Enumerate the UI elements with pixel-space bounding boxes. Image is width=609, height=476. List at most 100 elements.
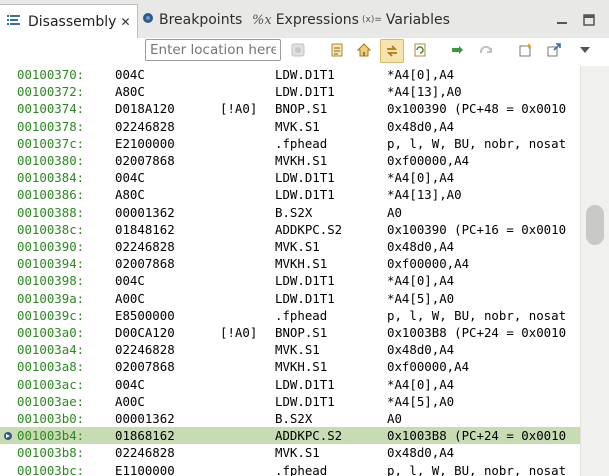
- instruction-opcode: A80C: [115, 187, 145, 203]
- instruction-opcode: 004C: [115, 170, 145, 186]
- instruction-opcode: A80C: [115, 84, 145, 100]
- minimize-icon[interactable]: [555, 9, 569, 31]
- instruction-operands: *A4[13],A0: [387, 187, 462, 203]
- instruction-row[interactable]: 001003a4: 02246828 MVK.S1 0x48d0,A4: [0, 341, 580, 358]
- instruction-address: 00100390:: [17, 239, 85, 254]
- new-view-icon[interactable]: [516, 40, 536, 60]
- instruction-row[interactable]: 001003b8: 02246828 MVK.S1 0x48d0,A4: [0, 444, 580, 461]
- instruction-opcode: 01868162: [115, 428, 175, 444]
- instruction-row[interactable]: 00100390: 02246828 MVK.S1 0x48d0,A4: [0, 238, 580, 255]
- instruction-mnemonic: LDW.D1T1: [275, 393, 335, 409]
- instruction-mnemonic: LDW.D1T1: [275, 170, 335, 186]
- instruction-opcode: E8500000: [115, 307, 175, 323]
- tab-expressions[interactable]: %x Expressions: [250, 9, 359, 31]
- disassembly-icon: [6, 13, 22, 31]
- instruction-row[interactable]: 00100384: 004C LDW.D1T1 *A4[0],A4: [0, 169, 580, 186]
- instruction-row[interactable]: 001003a8: 02007868 MVKH.S1 0xf00000,A4: [0, 358, 580, 375]
- instruction-mnemonic: LDW.D1T1: [275, 273, 335, 289]
- instruction-operands: A0: [387, 204, 402, 220]
- home-icon[interactable]: [354, 40, 374, 60]
- tab-variables[interactable]: (x)= Variables: [360, 9, 450, 31]
- instruction-row[interactable]: 00100394: 02007868 MVKH.S1 0xf00000,A4: [0, 255, 580, 272]
- close-icon[interactable]: ✕: [120, 15, 130, 29]
- instruction-opcode: A00C: [115, 290, 145, 306]
- tab-disassembly[interactable]: Disassembly ✕: [0, 4, 138, 38]
- instruction-row[interactable]: 001003a0: D00CA120 [!A0] BNOP.S1 0x1003B8 (P…: [0, 324, 580, 341]
- vertical-scrollbar[interactable]: [580, 66, 609, 476]
- tab-breakpoints-label: Breakpoints: [159, 12, 243, 28]
- pin-view-icon[interactable]: [544, 40, 564, 60]
- instruction-mnemonic: MVKH.S1: [275, 256, 328, 272]
- instruction-mnemonic: LDW.D1T1: [275, 67, 335, 82]
- instruction-row[interactable]: 00100398: 004C LDW.D1T1 *A4[0],A4: [0, 272, 580, 289]
- instruction-row[interactable]: 00100370: 004C LDW.D1T1 *A4[0],A4: [0, 66, 580, 83]
- instruction-row[interactable]: 0010039a: A00C LDW.D1T1 *A4[5],A0: [0, 290, 580, 307]
- instruction-row[interactable]: 00100374: D018A120 [!A0] BNOP.S1 0x100390 (P…: [0, 100, 580, 117]
- instruction-opcode: E1100000: [115, 462, 175, 476]
- instruction-row[interactable]: 0010038c: 01848162 ADDKPC.S2 0x100390 (PC+1…: [0, 221, 580, 238]
- instruction-row[interactable]: 001003ac: 004C LDW.D1T1 *A4[0],A4: [0, 376, 580, 393]
- instruction-address: 001003a4:: [17, 342, 85, 358]
- instruction-mnemonic: B.S2X: [275, 204, 313, 220]
- instruction-mnemonic: MVK.S1: [275, 239, 320, 254]
- instruction-row[interactable]: 00100386: A80C LDW.D1T1 *A4[13],A0: [0, 186, 580, 203]
- instruction-address: 00100386:: [17, 187, 85, 203]
- view-tabbar: Disassembly ✕ Breakpoints %x Expressions…: [0, 0, 609, 39]
- instruction-mnemonic: BNOP.S1: [275, 101, 328, 117]
- refresh-view-icon[interactable]: [410, 40, 430, 60]
- current-instruction-row[interactable]: 001003b4: 01868162 ADDKPC.S2 0x1003B8 (PC+2…: [0, 427, 580, 445]
- location-input[interactable]: [145, 39, 281, 61]
- instruction-address: 00100394:: [17, 256, 85, 272]
- instruction-row[interactable]: 00100388: 00001362 B.S2X A0: [0, 204, 580, 221]
- instruction-operands: *A4[0],A4: [387, 170, 455, 186]
- instruction-operands: 0x1003B8 (PC+24 = 0x0010: [387, 428, 567, 444]
- variables-icon: (x)=: [362, 15, 382, 25]
- go-to-location-icon[interactable]: [288, 40, 308, 60]
- instruction-operands: *A4[0],A4: [387, 273, 455, 289]
- instruction-address: 0010038c:: [17, 221, 85, 237]
- instruction-row[interactable]: 001003ae: A00C LDW.D1T1 *A4[5],A0: [0, 393, 580, 410]
- instruction-address: 0010037c:: [17, 135, 85, 151]
- instruction-row[interactable]: 001003b0: 00001362 B.S2X A0: [0, 410, 580, 427]
- instruction-mnemonic: LDW.D1T1: [275, 187, 335, 203]
- disassembly-listing[interactable]: 00100370: 004C LDW.D1T1 *A4[0],A4 00100372: A…: [0, 66, 580, 476]
- instruction-operands: A0: [387, 411, 402, 426]
- instruction-mnemonic: .fphead: [275, 307, 328, 323]
- instruction-operands: 0x48d0,A4: [387, 445, 455, 461]
- instruction-mnemonic: ADDKPC.S2: [275, 428, 343, 444]
- instruction-operands: 0x48d0,A4: [387, 239, 455, 254]
- instruction-opcode: 02007868: [115, 359, 175, 375]
- instruction-mnemonic: MVK.S1: [275, 342, 320, 358]
- instruction-address: 001003a0:: [17, 325, 85, 340]
- instruction-opcode: 00001362: [115, 204, 175, 220]
- view-menu-icon[interactable]: [575, 40, 595, 60]
- instruction-mnemonic: .fphead: [275, 135, 328, 151]
- instruction-mnemonic: ADDKPC.S2: [275, 221, 343, 237]
- step-over-icon[interactable]: [476, 40, 496, 60]
- tab-variables-label: Variables: [385, 12, 450, 28]
- instruction-address: 00100380:: [17, 153, 85, 168]
- instruction-row[interactable]: 00100380: 02007868 MVKH.S1 0xf00000,A4: [0, 152, 580, 169]
- instruction-mnemonic: MVK.S1: [275, 445, 320, 461]
- instruction-opcode: 004C: [115, 376, 145, 392]
- step-into-icon[interactable]: [448, 40, 468, 60]
- show-source-icon[interactable]: [327, 40, 347, 60]
- scrollbar-thumb[interactable]: [586, 205, 604, 245]
- instruction-opcode: 00001362: [115, 411, 175, 426]
- instruction-address: 00100398:: [17, 273, 85, 289]
- instruction-operands: *A4[5],A0: [387, 393, 455, 409]
- instruction-operands: 0x48d0,A4: [387, 118, 455, 134]
- instruction-row[interactable]: 00100372: A80C LDW.D1T1 *A4[13],A0: [0, 83, 580, 100]
- instruction-row[interactable]: 00100378: 02246828 MVK.S1 0x48d0,A4: [0, 118, 580, 135]
- maximize-icon[interactable]: [582, 9, 596, 31]
- instruction-row[interactable]: 0010039c: E8500000 .fphead p, l, W, BU, nob…: [0, 307, 580, 324]
- instruction-row[interactable]: 001003bc: E1100000 .fphead p, l, W, BU, nob…: [0, 462, 580, 476]
- instruction-row[interactable]: 0010037c: E2100000 .fphead p, l, W, BU, nob…: [0, 135, 580, 152]
- instruction-operands: p, l, W, BU, nobr, nosat: [387, 135, 567, 151]
- instruction-predicate: [!A0]: [220, 325, 258, 340]
- instruction-address: 00100372:: [17, 84, 85, 100]
- tab-breakpoints[interactable]: Breakpoints: [139, 9, 242, 31]
- link-with-active-context-icon[interactable]: [380, 39, 404, 63]
- instruction-address: 001003ac:: [17, 376, 85, 392]
- instruction-mnemonic: LDW.D1T1: [275, 290, 335, 306]
